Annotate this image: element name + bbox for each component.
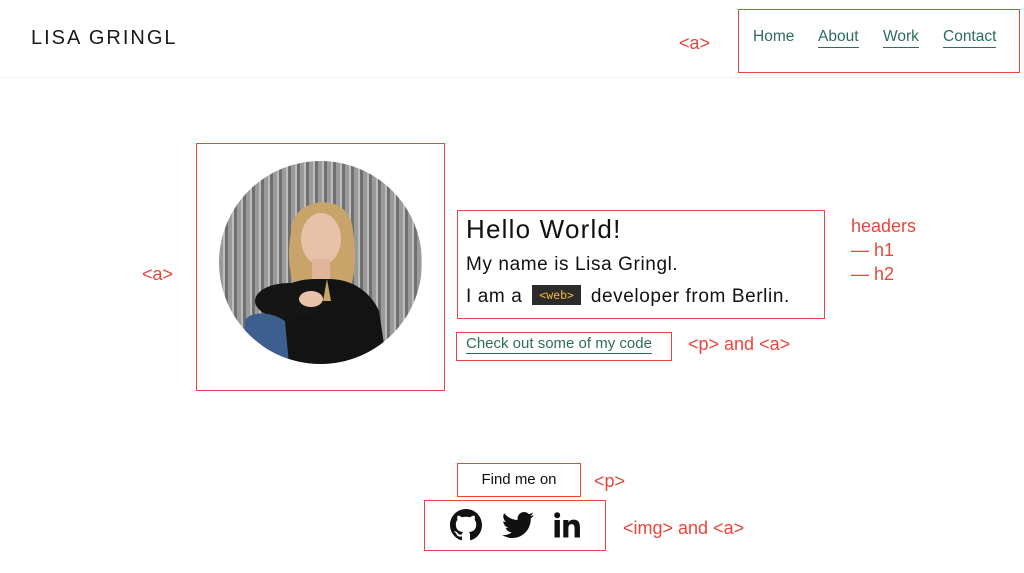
hero-subheading-name: My name is Lisa Gringl. [466, 254, 679, 275]
nav-about-link[interactable]: About [818, 28, 859, 48]
annotation-nav-a: <a> [679, 33, 711, 53]
find-me-label: Find me on [481, 471, 557, 488]
annotation-img-and-a: <img> and <a> [623, 518, 745, 538]
role-prefix: I am a [466, 286, 523, 307]
site-logo[interactable]: LISA GRINGL [31, 27, 178, 50]
profile-photo[interactable] [219, 161, 422, 364]
annotation-p: <p> [594, 471, 626, 491]
code-link[interactable]: Check out some of my code [466, 335, 652, 354]
nav-work-link[interactable]: Work [883, 28, 919, 48]
nav-home-link[interactable]: Home [753, 28, 794, 46]
annotation-headers-h1: — h1 [851, 240, 895, 260]
annotation-headers-h2: — h2 [851, 264, 895, 284]
annotation-headers-title: headers [851, 216, 917, 236]
linkedin-icon[interactable] [552, 509, 584, 541]
twitter-icon[interactable] [502, 509, 534, 541]
web-badge: <web> [532, 285, 581, 305]
annotation-avatar-a: <a> [142, 264, 174, 284]
annotation-p-and-a: <p> and <a> [688, 334, 791, 354]
hero-heading: Hello World! [466, 214, 622, 244]
github-icon[interactable] [450, 509, 482, 541]
nav-contact-link[interactable]: Contact [943, 28, 997, 48]
role-suffix: developer from Berlin. [590, 286, 790, 307]
hero-subheading-role: I am a <web> developer from Berlin. [466, 285, 790, 308]
